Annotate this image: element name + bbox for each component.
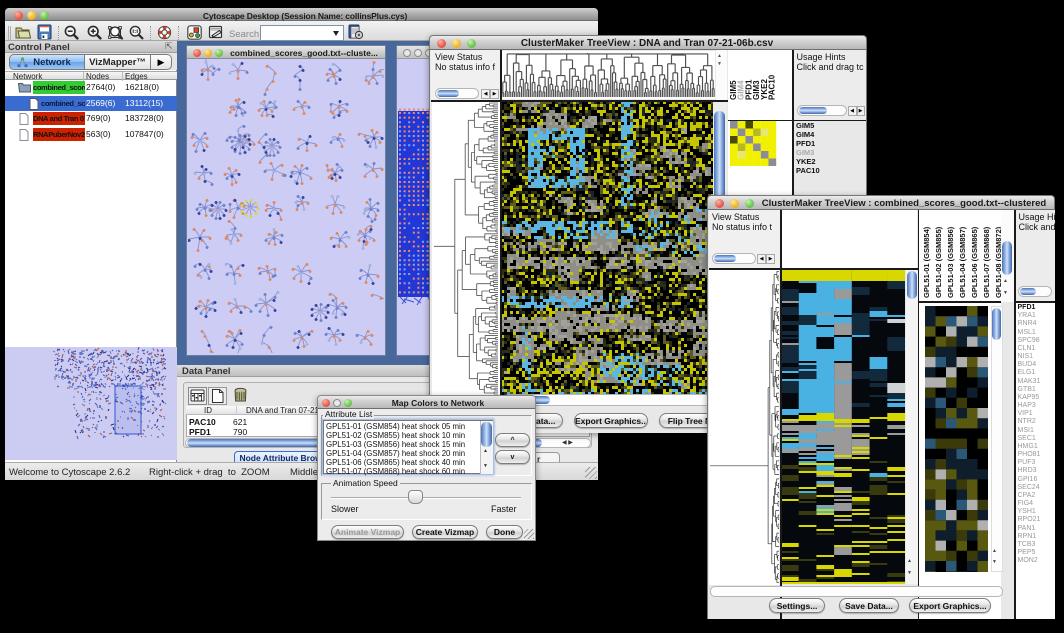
svg-text:GPL51-02 (GSM855): GPL51-02 (GSM855) bbox=[934, 226, 943, 298]
svg-text:GPL51-01 (GSM854): GPL51-01 (GSM854) bbox=[922, 226, 931, 298]
svg-text:GPL51-04 (GSM857): GPL51-04 (GSM857) bbox=[958, 226, 967, 298]
svg-text:GPL51-07 (GSM868): GPL51-07 (GSM868) bbox=[982, 226, 991, 298]
svg-text:PAC10: PAC10 bbox=[768, 74, 777, 100]
svg-text:GPL51-03 (GSM856): GPL51-03 (GSM856) bbox=[946, 226, 955, 298]
svg-text:GPL51-08 (GSM872): GPL51-08 (GSM872) bbox=[994, 226, 1001, 298]
svg-text:GPL51-06 (GSM865): GPL51-06 (GSM865) bbox=[970, 226, 979, 298]
